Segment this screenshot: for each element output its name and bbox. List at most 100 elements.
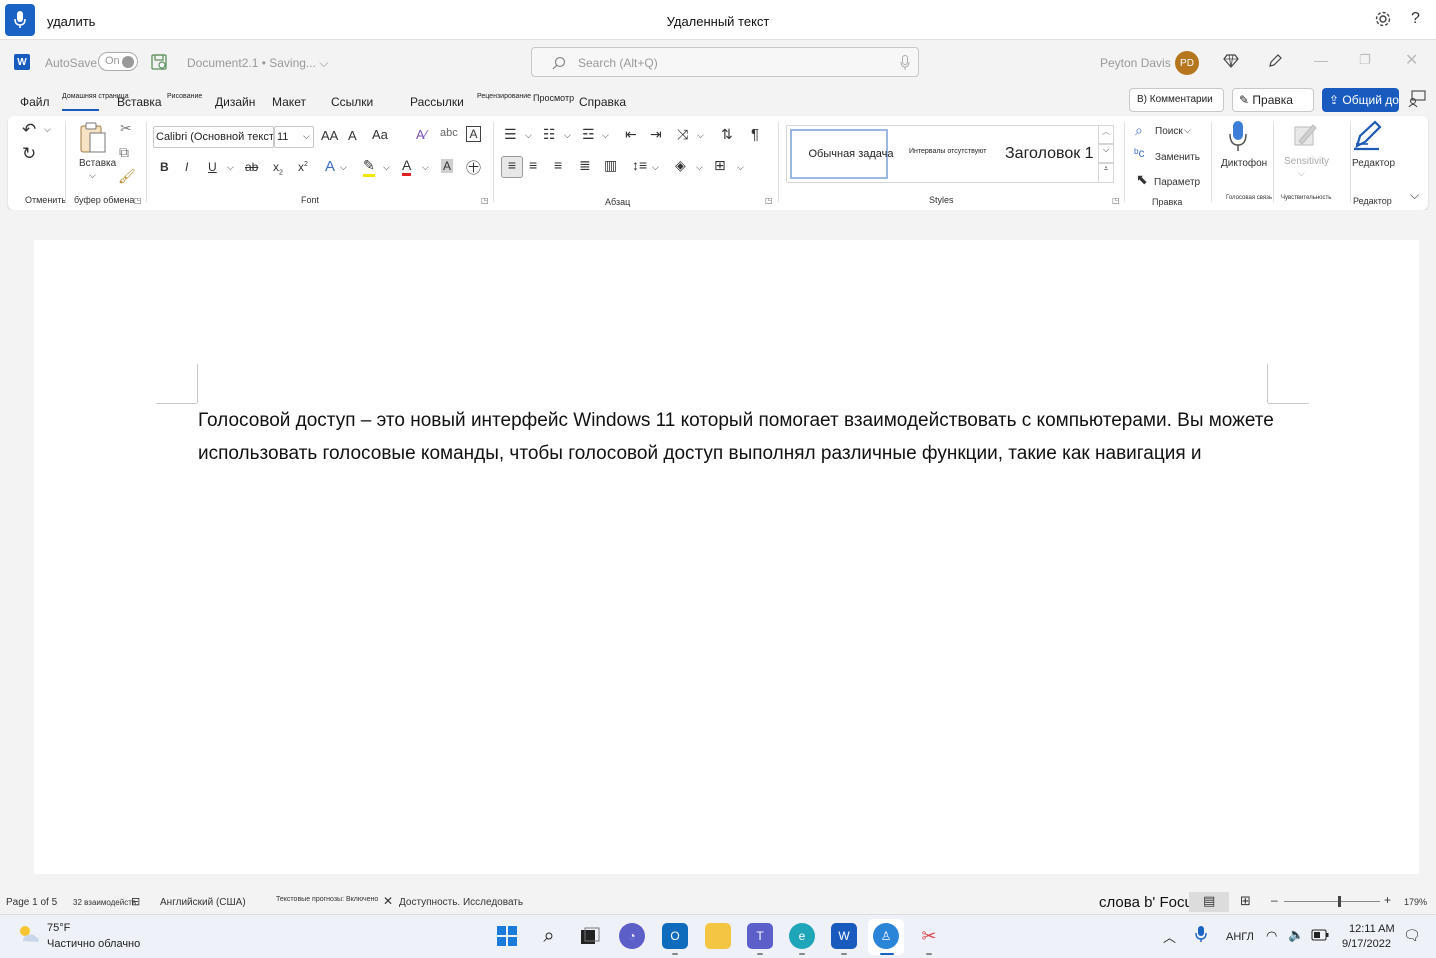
- document-page[interactable]: Голосовой доступ – это новый интерфейс W…: [34, 240, 1419, 874]
- change-case-icon[interactable]: Aa: [372, 127, 388, 142]
- style-normal[interactable]: Обычная задача: [790, 129, 894, 179]
- language[interactable]: Английский (США): [160, 897, 246, 908]
- teams-icon[interactable]: T: [747, 923, 773, 949]
- tab-mailings[interactable]: Рассылки: [410, 95, 464, 109]
- find-button[interactable]: Поиск: [1155, 126, 1183, 137]
- voice-access-icon[interactable]: ♙: [873, 923, 899, 949]
- chevron-down-icon[interactable]: ⌵: [1184, 125, 1191, 136]
- weather-temperature[interactable]: 75°F: [47, 922, 70, 934]
- chat-icon[interactable]: ◔: [619, 923, 645, 949]
- notifications-icon[interactable]: 🗨: [1403, 927, 1421, 944]
- avatar[interactable]: PD: [1175, 51, 1199, 75]
- voice-mic-button[interactable]: [5, 4, 35, 36]
- pilcrow-icon[interactable]: ¶: [751, 126, 759, 143]
- chevron-down-icon[interactable]: ⌵: [227, 162, 234, 173]
- editing-mode-button[interactable]: ✎ Правка: [1232, 88, 1314, 112]
- accessibility-status[interactable]: Доступность. Исследовать: [399, 897, 523, 908]
- text-direction-icon[interactable]: ⤨: [677, 126, 688, 143]
- search-icon[interactable]: ⌕: [536, 923, 562, 949]
- search-input[interactable]: Search (Alt+Q): [531, 47, 919, 77]
- grow-font-icon[interactable]: AA: [321, 128, 338, 143]
- cut-icon[interactable]: ✂: [120, 120, 132, 137]
- subscript-button[interactable]: x2: [273, 160, 283, 176]
- chevron-down-icon[interactable]: ⌵: [422, 162, 429, 173]
- undo-icon[interactable]: ↶: [22, 120, 36, 140]
- tab-references[interactable]: Ссылки: [331, 95, 373, 109]
- file-explorer-icon[interactable]: [705, 923, 731, 949]
- tab-help[interactable]: Справка: [579, 95, 626, 109]
- align-left-button[interactable]: ≡: [501, 156, 523, 178]
- dictate-button[interactable]: Диктофон: [1221, 158, 1267, 169]
- zoom-slider-thumb[interactable]: [1338, 896, 1341, 907]
- snipping-tool-icon[interactable]: ✂: [916, 923, 942, 949]
- chevron-up-icon[interactable]: ︿: [1163, 927, 1176, 946]
- chevron-down-icon[interactable]: ⌵: [697, 130, 704, 141]
- tab-review[interactable]: Рецензирование: [477, 93, 531, 100]
- paste-icon[interactable]: [79, 122, 107, 159]
- format-painter-icon[interactable]: 🖌: [118, 168, 136, 185]
- microphone-icon[interactable]: [900, 55, 910, 76]
- autosave-toggle[interactable]: On: [98, 52, 138, 71]
- chevron-down-icon[interactable]: ⌵: [340, 162, 347, 173]
- document-name[interactable]: Document2.1 • Saving... ⌵: [187, 56, 328, 71]
- dialog-launcher-icon[interactable]: ◳: [481, 196, 489, 205]
- outlook-icon[interactable]: O: [662, 923, 688, 949]
- microphone-icon[interactable]: [1228, 120, 1248, 157]
- chevron-down-icon[interactable]: ⌵: [1298, 168, 1305, 179]
- dialog-launcher-icon[interactable]: ◳: [134, 196, 142, 205]
- numbering-icon[interactable]: ☷: [543, 126, 556, 143]
- character-border-icon[interactable]: A: [466, 126, 481, 142]
- proofing-icon[interactable]: ⊟: [131, 895, 140, 908]
- italic-button[interactable]: I: [185, 160, 188, 174]
- align-right-button[interactable]: ≡: [554, 157, 562, 173]
- character-shading-icon[interactable]: A: [441, 159, 454, 173]
- font-name-input[interactable]: Calibri (Основной текст): [153, 126, 274, 148]
- web-layout-icon[interactable]: ⊞: [1240, 893, 1251, 909]
- text-predictions[interactable]: Текстовые прогнозы: Включено: [276, 896, 378, 903]
- editor-icon[interactable]: [1351, 120, 1383, 157]
- chevron-down-icon[interactable]: ⌵: [383, 162, 390, 173]
- chevron-down-icon[interactable]: ⌵: [44, 124, 51, 135]
- chevron-down-icon[interactable]: ⌵: [564, 130, 571, 141]
- gear-icon[interactable]: [1374, 10, 1392, 33]
- chevron-down-icon[interactable]: ⌵: [737, 162, 744, 173]
- tab-insert[interactable]: Вставка: [117, 95, 162, 109]
- pen-icon[interactable]: [1267, 53, 1283, 74]
- zoom-level[interactable]: 179%: [1404, 897, 1427, 907]
- align-center-button[interactable]: ≡: [529, 157, 537, 173]
- sensitivity-button[interactable]: Sensitivity: [1284, 156, 1329, 167]
- word-icon[interactable]: W: [831, 923, 857, 949]
- share-button[interactable]: ⇪ Общий до: [1322, 88, 1399, 112]
- enclose-characters-icon[interactable]: ㊉: [466, 157, 481, 178]
- redo-icon[interactable]: ↻: [22, 144, 36, 164]
- chevron-down-icon[interactable]: ⌵: [652, 162, 659, 173]
- style-no-spacing[interactable]: Интервалы отсутствуют: [909, 148, 986, 155]
- comments-button[interactable]: В) Комментарии: [1129, 88, 1224, 112]
- text-effects-icon[interactable]: A: [325, 158, 335, 175]
- decrease-indent-icon[interactable]: ⇤: [625, 126, 637, 143]
- phonetic-guide-icon[interactable]: abc: [440, 127, 458, 139]
- replace-button[interactable]: Заменить: [1155, 152, 1200, 163]
- strikethrough-button[interactable]: ab: [245, 160, 258, 174]
- zoom-in-icon[interactable]: +: [1384, 893, 1391, 907]
- help-icon[interactable]: ?: [1411, 10, 1420, 28]
- shading-icon[interactable]: ◈: [675, 157, 686, 174]
- wifi-icon[interactable]: ◠: [1266, 928, 1277, 944]
- chevron-down-icon[interactable]: ⌵: [696, 162, 703, 173]
- chevron-down-icon[interactable]: ⌵: [1098, 144, 1114, 163]
- borders-icon[interactable]: ⊞: [714, 157, 726, 174]
- tab-draw[interactable]: Рисование: [167, 93, 202, 100]
- clock-date[interactable]: 9/17/2022: [1342, 938, 1391, 950]
- task-view-icon[interactable]: [577, 923, 603, 949]
- line-spacing-icon[interactable]: ↕≡: [632, 157, 647, 173]
- minimize-button[interactable]: —: [1314, 52, 1328, 68]
- paste-label[interactable]: Вставка: [79, 158, 116, 169]
- search-icon[interactable]: ⌕: [1135, 122, 1143, 139]
- editor-button[interactable]: Редактор: [1352, 158, 1395, 169]
- distributed-icon[interactable]: ▥: [604, 157, 617, 174]
- style-heading-1[interactable]: Заголовок 1: [1005, 145, 1094, 163]
- restore-button[interactable]: ❐: [1359, 52, 1371, 68]
- tab-file[interactable]: Файл: [20, 95, 50, 109]
- input-language[interactable]: АНГЛ: [1226, 931, 1254, 943]
- page-count[interactable]: Page 1 of 5: [6, 897, 57, 908]
